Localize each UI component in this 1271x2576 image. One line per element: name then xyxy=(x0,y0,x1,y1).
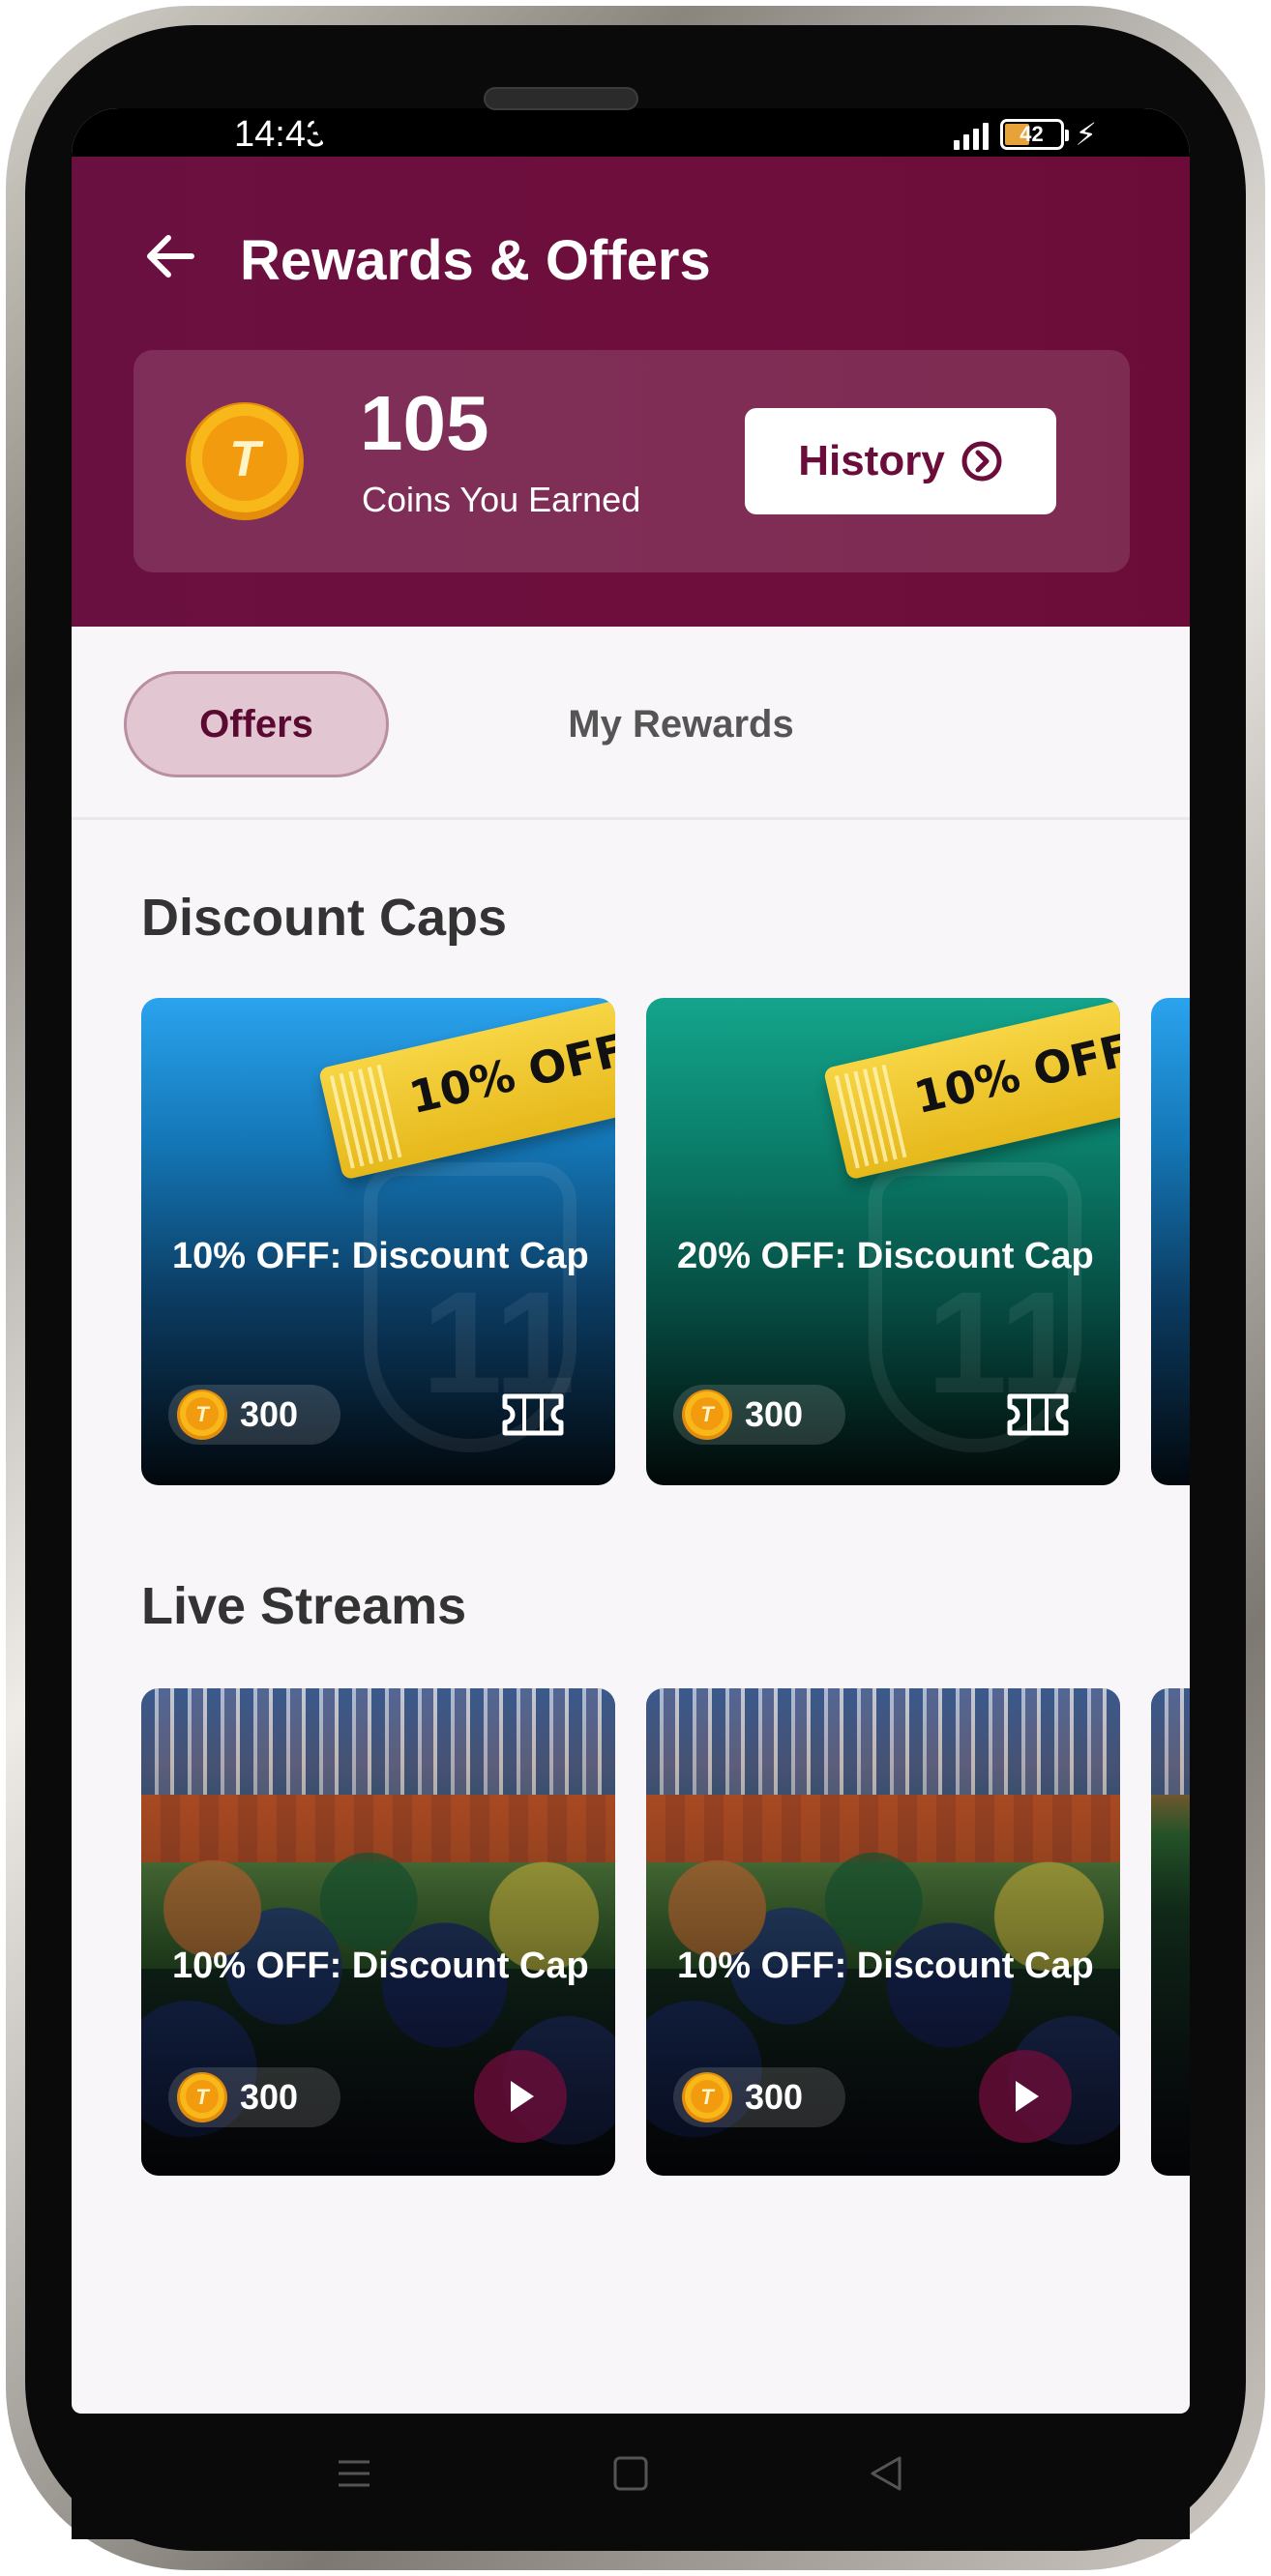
discount-ticket-badge: 10% OFF xyxy=(822,999,1120,1181)
ticket-icon xyxy=(1007,1393,1069,1436)
history-button[interactable]: History xyxy=(745,408,1056,514)
section-title-live-streams: Live Streams xyxy=(141,1577,467,1635)
price-value: 300 xyxy=(745,1394,804,1434)
stream-card[interactable]: 10% OFF: Discount Cap T 300 xyxy=(141,1688,615,2176)
rewards-header: Rewards & Offers T 105 Coins You Earned … xyxy=(72,157,1190,627)
price-value: 300 xyxy=(240,1394,299,1434)
system-nav-bar xyxy=(72,2414,1190,2539)
play-icon xyxy=(1016,2081,1039,2112)
svg-text:T: T xyxy=(700,1402,715,1426)
ticket-icon xyxy=(502,1393,564,1436)
badge-text: 10% OFF xyxy=(404,1023,615,1125)
history-label: History xyxy=(798,437,945,484)
price-pill: T 300 xyxy=(673,2067,845,2127)
price-value: 300 xyxy=(240,2077,299,2117)
tab-bar: Offers My Rewards xyxy=(72,627,1190,820)
card-title: 10% OFF: Discount Cap xyxy=(677,1946,1094,1986)
chevron-circle-right-icon xyxy=(961,441,1002,482)
signal-icon xyxy=(953,119,989,150)
earpiece-speaker xyxy=(484,87,638,110)
discount-card[interactable]: 11 10% OFF 10% OFF: Discount Cap T 300 xyxy=(141,998,615,1485)
price-pill: T 300 xyxy=(673,1385,845,1445)
battery-level: 42 xyxy=(1020,122,1044,146)
live-streams-carousel[interactable]: 10% OFF: Discount Cap T 300 10% OFF: Dis… xyxy=(141,1688,1190,2176)
coins-value: 105 xyxy=(360,380,489,466)
price-value: 300 xyxy=(745,2077,804,2117)
battery-icon: 42 xyxy=(999,119,1069,150)
svg-text:T: T xyxy=(195,2085,210,2109)
coins-summary-card: T 105 Coins You Earned History xyxy=(133,350,1130,572)
page-title: Rewards & Offers xyxy=(240,229,711,292)
tab-my-rewards[interactable]: My Rewards xyxy=(497,671,865,777)
card-title: 10% OFF: Discount Cap xyxy=(172,1236,589,1276)
svg-text:T: T xyxy=(700,2085,715,2109)
recent-apps-icon[interactable] xyxy=(333,2452,375,2495)
coin-icon: T xyxy=(186,402,304,520)
play-button[interactable] xyxy=(979,2050,1072,2143)
discount-card[interactable]: 11 10% OFF 20% OFF: Discount Cap T 300 xyxy=(646,998,1120,1485)
back-nav-icon[interactable] xyxy=(865,2452,907,2495)
home-icon[interactable] xyxy=(609,2452,652,2495)
svg-text:T: T xyxy=(195,1402,210,1426)
play-button[interactable] xyxy=(474,2050,567,2143)
app-screen: 14:43 42 ⚡ Rewards & Offers T 105 Coins … xyxy=(72,108,1190,2414)
section-title-discount-caps: Discount Caps xyxy=(141,889,508,947)
coin-icon: T xyxy=(177,2072,227,2122)
coin-icon: T xyxy=(682,2072,732,2122)
discount-ticket-badge: 10% OFF xyxy=(317,999,615,1181)
charging-icon: ⚡ xyxy=(1075,117,1097,152)
coin-icon: T xyxy=(177,1390,227,1440)
coin-icon: T xyxy=(682,1390,732,1440)
price-pill: T 300 xyxy=(168,2067,340,2127)
discount-card-partial[interactable] xyxy=(1151,998,1190,1485)
coin-letter: T xyxy=(229,431,264,487)
status-time: 14:43 xyxy=(234,114,323,155)
card-title: 10% OFF: Discount Cap xyxy=(172,1946,589,1986)
tab-offers[interactable]: Offers xyxy=(124,671,389,777)
price-pill: T 300 xyxy=(168,1385,340,1445)
badge-text: 10% OFF xyxy=(909,1023,1120,1125)
coins-label: Coins You Earned xyxy=(362,480,641,519)
discount-caps-carousel[interactable]: 11 10% OFF 10% OFF: Discount Cap T 300 1… xyxy=(141,998,1190,1485)
arrow-left-icon[interactable] xyxy=(143,232,197,280)
stream-card[interactable]: 10% OFF: Discount Cap T 300 xyxy=(646,1688,1120,2176)
card-title: 20% OFF: Discount Cap xyxy=(677,1236,1094,1276)
play-icon xyxy=(511,2081,534,2112)
camera-notch xyxy=(313,108,942,161)
status-icons: 42 ⚡ xyxy=(953,116,1097,153)
stream-card-partial[interactable] xyxy=(1151,1688,1190,2176)
